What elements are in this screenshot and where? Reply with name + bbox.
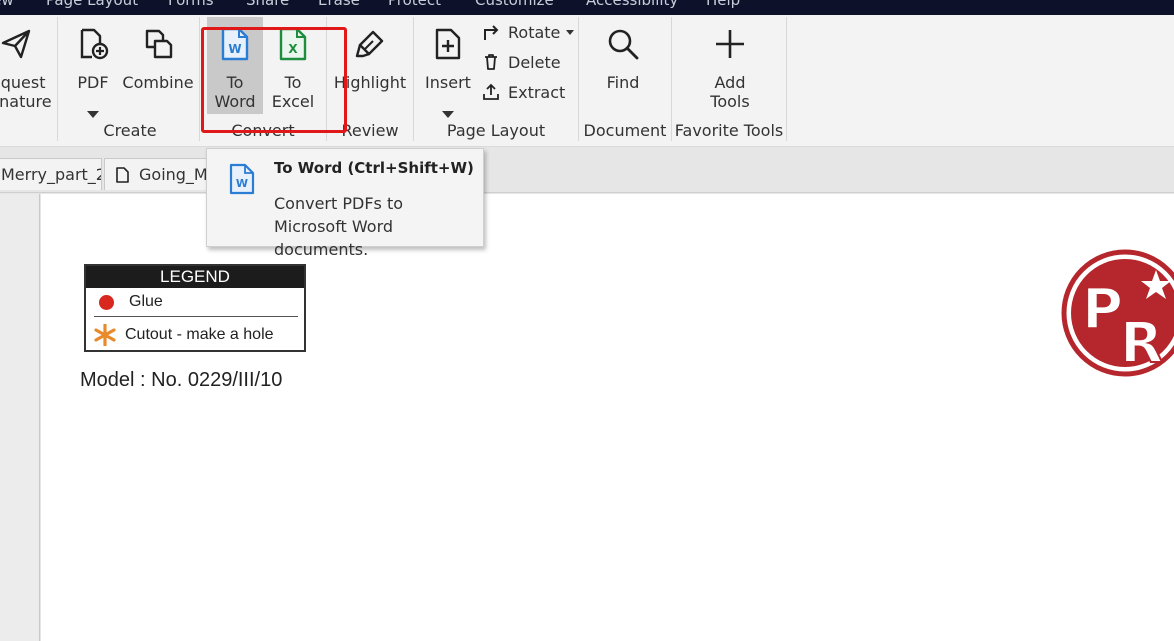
model-number: Model : No. 0229/III/10 [80, 369, 283, 391]
group-label-favorite-tools: Favorite Tools [674, 121, 784, 140]
menu-item-share[interactable]: Share [246, 0, 289, 9]
menu-item-view[interactable]: View [0, 0, 14, 9]
rotate-label: Rotate [508, 22, 561, 42]
chevron-down-icon [87, 111, 99, 118]
menu-item-accessibility[interactable]: Accessibility [586, 0, 678, 9]
find-label: Find [606, 73, 640, 92]
menu-item-customize[interactable]: Customize [475, 0, 554, 9]
group-label-create: Create [103, 121, 157, 140]
extract-label: Extract [508, 82, 566, 102]
tooltip-title: To Word (Ctrl+Shift+W) [274, 159, 474, 177]
menu-item-help[interactable]: Help [706, 0, 740, 9]
highlighter-icon [355, 30, 384, 58]
svg-text:R: R [1120, 311, 1163, 376]
add-tools-button[interactable]: Add Tools [690, 15, 770, 115]
combine-label: Combine [122, 73, 194, 92]
svg-text:P: P [1082, 277, 1123, 342]
extract-icon [483, 83, 499, 100]
file-plus-icon [80, 28, 109, 60]
add-tools-label: Add Tools [710, 73, 750, 111]
legend-item-glue: Glue [94, 293, 163, 311]
convert-highlight-box [201, 27, 347, 133]
legend-item-label: Cutout - make a hole [125, 326, 274, 343]
delete-button[interactable]: Delete [482, 50, 561, 74]
request-signature-button[interactable]: Request Signature [0, 15, 58, 115]
menu-bar: View Page Layout Forms Share Erase Prote… [0, 0, 1174, 15]
asterisk-icon [94, 324, 116, 346]
menu-item-page-layout[interactable]: Page Layout [46, 0, 138, 9]
chevron-down-icon [442, 111, 454, 118]
word-file-icon: W [229, 163, 255, 195]
extract-button[interactable]: Extract [482, 80, 565, 104]
tab-merry-part-2[interactable]: Merry_part_2 [0, 158, 102, 190]
document-tab-bar: Merry_part_2 Going_M [0, 148, 1174, 193]
menu-item-protect[interactable]: Protect [388, 0, 441, 9]
menu-item-forms[interactable]: Forms [168, 0, 214, 9]
to-word-tooltip: W To Word (Ctrl+Shift+W) Convert PDFs to… [206, 148, 484, 259]
insert-label: Insert [425, 73, 471, 92]
plus-icon [716, 30, 744, 58]
menu-item-erase[interactable]: Erase [318, 0, 360, 9]
insert-page-icon [435, 28, 461, 60]
tab-label: Going_M [139, 165, 208, 184]
search-icon [608, 29, 639, 60]
tab-label: Merry_part_2 [1, 165, 102, 184]
legend-divider [94, 316, 298, 317]
pdf-page [41, 194, 1174, 641]
group-label-page-layout: Page Layout [446, 121, 546, 140]
request-signature-label: Request Signature [0, 73, 52, 111]
create-pdf-button[interactable]: PDF [70, 15, 116, 118]
insert-button[interactable]: Insert [420, 15, 476, 118]
combine-button[interactable]: Combine [120, 15, 196, 115]
combine-icon [145, 29, 173, 59]
glue-dot-icon [99, 294, 114, 310]
group-label-document: Document [583, 121, 667, 140]
send-icon [1, 29, 31, 59]
svg-text:W: W [236, 177, 248, 190]
left-panel [0, 194, 40, 641]
separator [57, 17, 58, 141]
pdf-label: PDF [77, 73, 109, 92]
separator [786, 17, 787, 141]
find-button[interactable]: Find [590, 15, 656, 115]
tooltip-description: Convert PDFs to Microsoft Word documents… [274, 194, 404, 259]
delete-label: Delete [508, 52, 561, 72]
document-icon [116, 166, 129, 183]
trash-icon [485, 54, 497, 70]
legend-item-label: Glue [129, 293, 163, 310]
legend-item-cutout: Cutout - make a hole [94, 324, 274, 346]
legend-title: LEGEND [86, 266, 304, 288]
rotate-button[interactable]: Rotate [482, 20, 575, 44]
ribbon-toolbar: Request Signature PDF Combine Create W T… [0, 15, 1174, 147]
pr-logo-icon: P R [1061, 249, 1174, 377]
chevron-down-icon [566, 29, 575, 35]
legend-box: LEGEND Glue Cutout - make a hole [84, 264, 306, 352]
rotate-icon [484, 25, 499, 40]
